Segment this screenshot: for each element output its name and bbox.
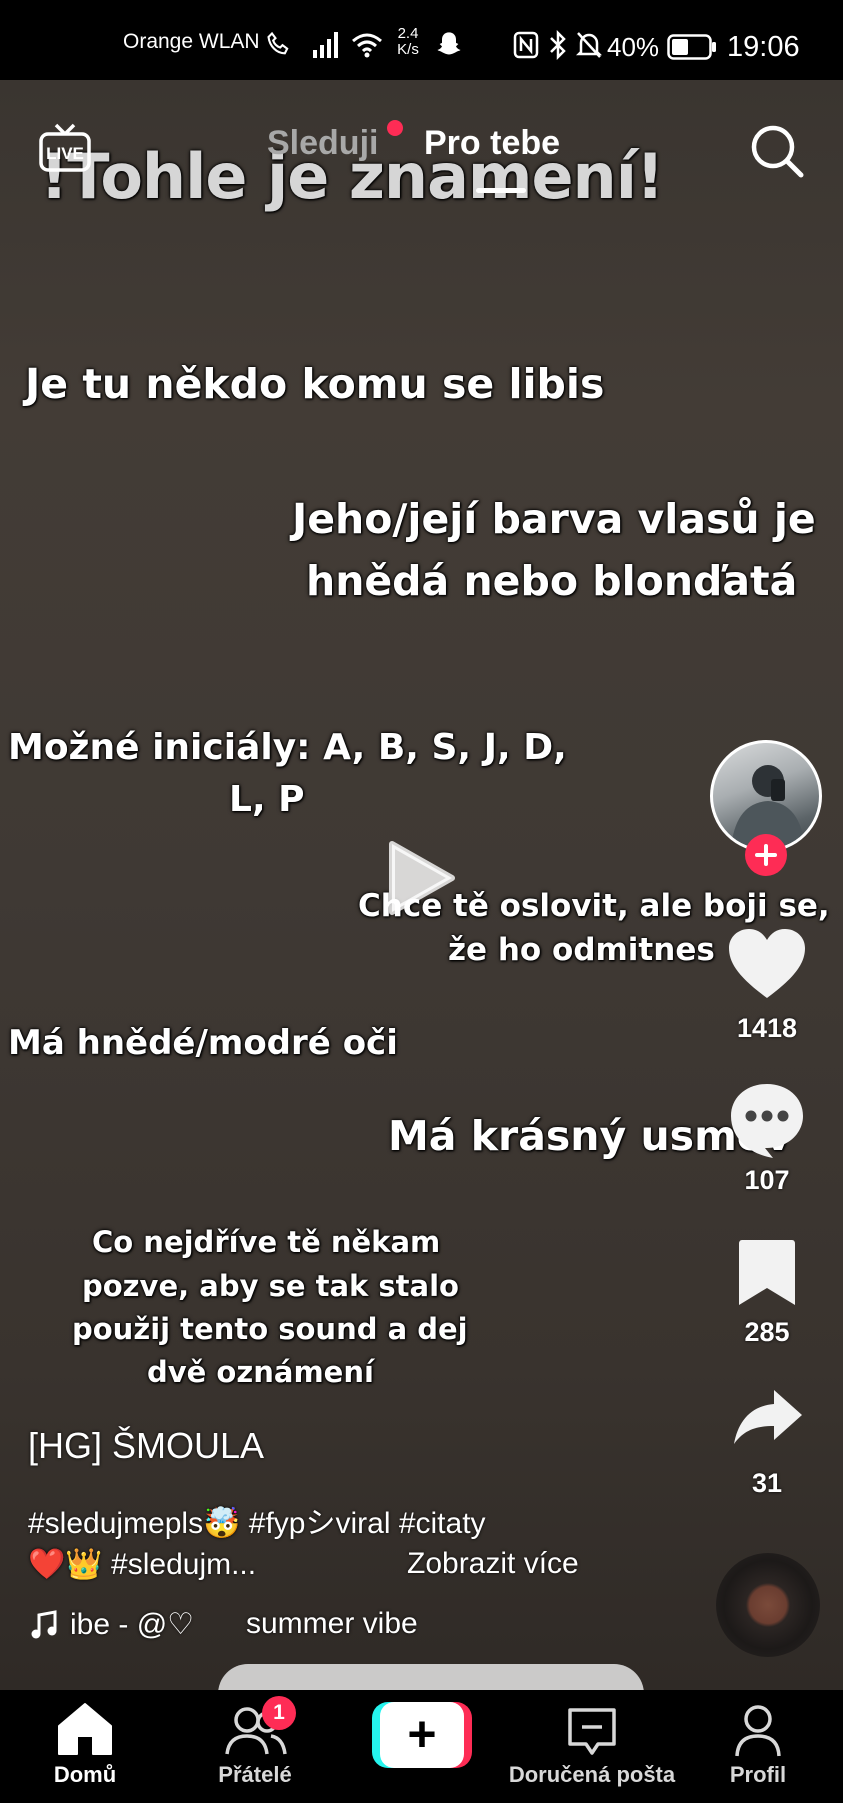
- signal-icon: [313, 32, 338, 58]
- sound-name-a[interactable]: ibe - @♡: [70, 1607, 194, 1642]
- friends-badge: 1: [262, 1696, 296, 1730]
- plus-icon: [755, 844, 777, 866]
- caption-hashtags[interactable]: #sledujmepls🤯 #fypシviral #citaty: [28, 1498, 486, 1542]
- overlay-line: Je tu někdo komu se libis: [25, 360, 605, 408]
- video-player[interactable]: !Tohle je znamení! LIVE Sleduji Pro tebe…: [0, 80, 843, 1690]
- nav-home-label: Domů: [53, 1762, 117, 1787]
- creator-username[interactable]: [HG] ŠMOULA: [28, 1425, 264, 1467]
- nfc-icon: [513, 31, 539, 59]
- play-icon[interactable]: [388, 840, 456, 916]
- speed-value: 2.4: [397, 25, 419, 42]
- snapchat-icon: [437, 32, 461, 55]
- heart-icon[interactable]: [727, 928, 807, 1000]
- overlay-line: Má hnědé/modré oči: [8, 1023, 398, 1063]
- status-bar: Orange WLAN 2.4 K/s 40% 19:06: [0, 0, 843, 80]
- nav-profile[interactable]: Profil: [718, 1690, 798, 1803]
- search-icon[interactable]: [748, 122, 806, 180]
- wifi-icon: [352, 33, 382, 58]
- comment-icon[interactable]: [729, 1082, 805, 1160]
- save-count: 285: [744, 1317, 790, 1347]
- inbox-icon: [568, 1708, 616, 1755]
- overlay-line: Jeho/její barva vlasů je: [292, 495, 816, 543]
- overlay-line: Co nejdříve tě někam: [92, 1225, 441, 1259]
- home-icon: [58, 1703, 112, 1755]
- show-more-link[interactable]: Zobrazit více: [407, 1547, 579, 1581]
- phone-icon: [267, 31, 289, 55]
- sound-disc[interactable]: [716, 1553, 820, 1657]
- share-icon[interactable]: [732, 1388, 804, 1446]
- speed-unit: K/s: [397, 41, 419, 58]
- bookmark-icon[interactable]: [737, 1238, 797, 1308]
- sound-name-b[interactable]: summer vibe: [246, 1607, 418, 1641]
- live-button[interactable]: LIVE: [38, 122, 92, 174]
- nav-inbox-label: Doručená pošta: [508, 1762, 676, 1787]
- bottom-nav: Domů 1 Přátelé + Doručená pošta Profil: [0, 1690, 843, 1803]
- follow-button[interactable]: [745, 834, 787, 876]
- tab-for-you-underline: [476, 188, 526, 193]
- tab-following[interactable]: Sleduji: [267, 124, 378, 163]
- nav-inbox[interactable]: Doručená pošta: [502, 1690, 682, 1803]
- create-button[interactable]: +: [372, 1702, 472, 1768]
- share-count: 31: [751, 1468, 783, 1498]
- nav-profile-label: Profil: [729, 1762, 787, 1787]
- overlay-line: pozve, aby se tak stalo: [82, 1269, 459, 1303]
- music-note-icon: [31, 1610, 57, 1639]
- overlay-line: hnědá nebo blonďatá: [306, 557, 798, 605]
- battery-percent: 40%: [607, 32, 660, 62]
- nav-friends-label: Přátelé: [218, 1762, 292, 1787]
- caption-hashtags-more[interactable]: ❤️👑 #sledujm...: [28, 1547, 256, 1582]
- carrier-label: Orange WLAN: [123, 30, 260, 53]
- overlay-line: použij tento sound a dej: [72, 1312, 468, 1346]
- battery-icon: [667, 34, 716, 60]
- mute-icon: [575, 32, 603, 58]
- overlay-line: Možné iniciály: A, B, S, J, D,: [8, 727, 567, 768]
- comment-bar-handle[interactable]: [218, 1664, 644, 1690]
- overlay-line: L, P: [229, 779, 305, 820]
- live-label: LIVE: [46, 144, 84, 163]
- profile-icon: [735, 1705, 781, 1757]
- following-notification-dot: [387, 120, 403, 136]
- clock: 19:06: [727, 31, 800, 63]
- like-count: 1418: [736, 1013, 798, 1043]
- nav-friends[interactable]: 1 Přátelé: [205, 1690, 305, 1803]
- comment-count: 107: [744, 1165, 790, 1195]
- overlay-line: že ho odmitnes: [448, 932, 715, 968]
- tab-for-you[interactable]: Pro tebe: [424, 124, 560, 163]
- create-plus-icon: +: [407, 1706, 437, 1762]
- nav-home[interactable]: Domů: [45, 1690, 125, 1803]
- overlay-line: dvě oznámení: [147, 1355, 374, 1389]
- bluetooth-icon: [550, 30, 566, 60]
